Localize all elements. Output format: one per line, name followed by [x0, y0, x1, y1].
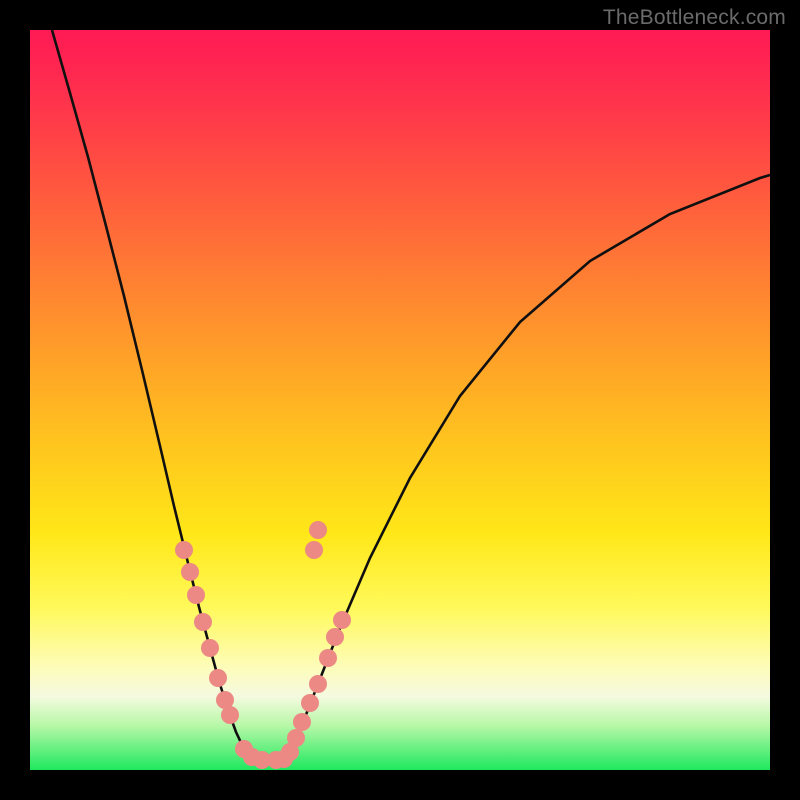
data-point — [309, 521, 327, 539]
curve-layer — [30, 30, 770, 770]
watermark-text: TheBottleneck.com — [603, 6, 786, 30]
data-point — [319, 649, 337, 667]
series-left-curve — [52, 30, 249, 758]
data-point — [293, 713, 311, 731]
data-point — [201, 639, 219, 657]
data-point — [301, 694, 319, 712]
data-point — [221, 706, 239, 724]
data-point — [194, 613, 212, 631]
data-point — [181, 563, 199, 581]
data-point — [175, 541, 193, 559]
chart-frame: TheBottleneck.com — [0, 0, 800, 800]
data-point — [287, 729, 305, 747]
series-right-curve — [286, 175, 770, 760]
plot-area — [30, 30, 770, 770]
data-point — [309, 675, 327, 693]
data-point — [187, 586, 205, 604]
data-point — [305, 541, 323, 559]
data-point — [333, 611, 351, 629]
data-point — [326, 628, 344, 646]
data-point — [209, 669, 227, 687]
